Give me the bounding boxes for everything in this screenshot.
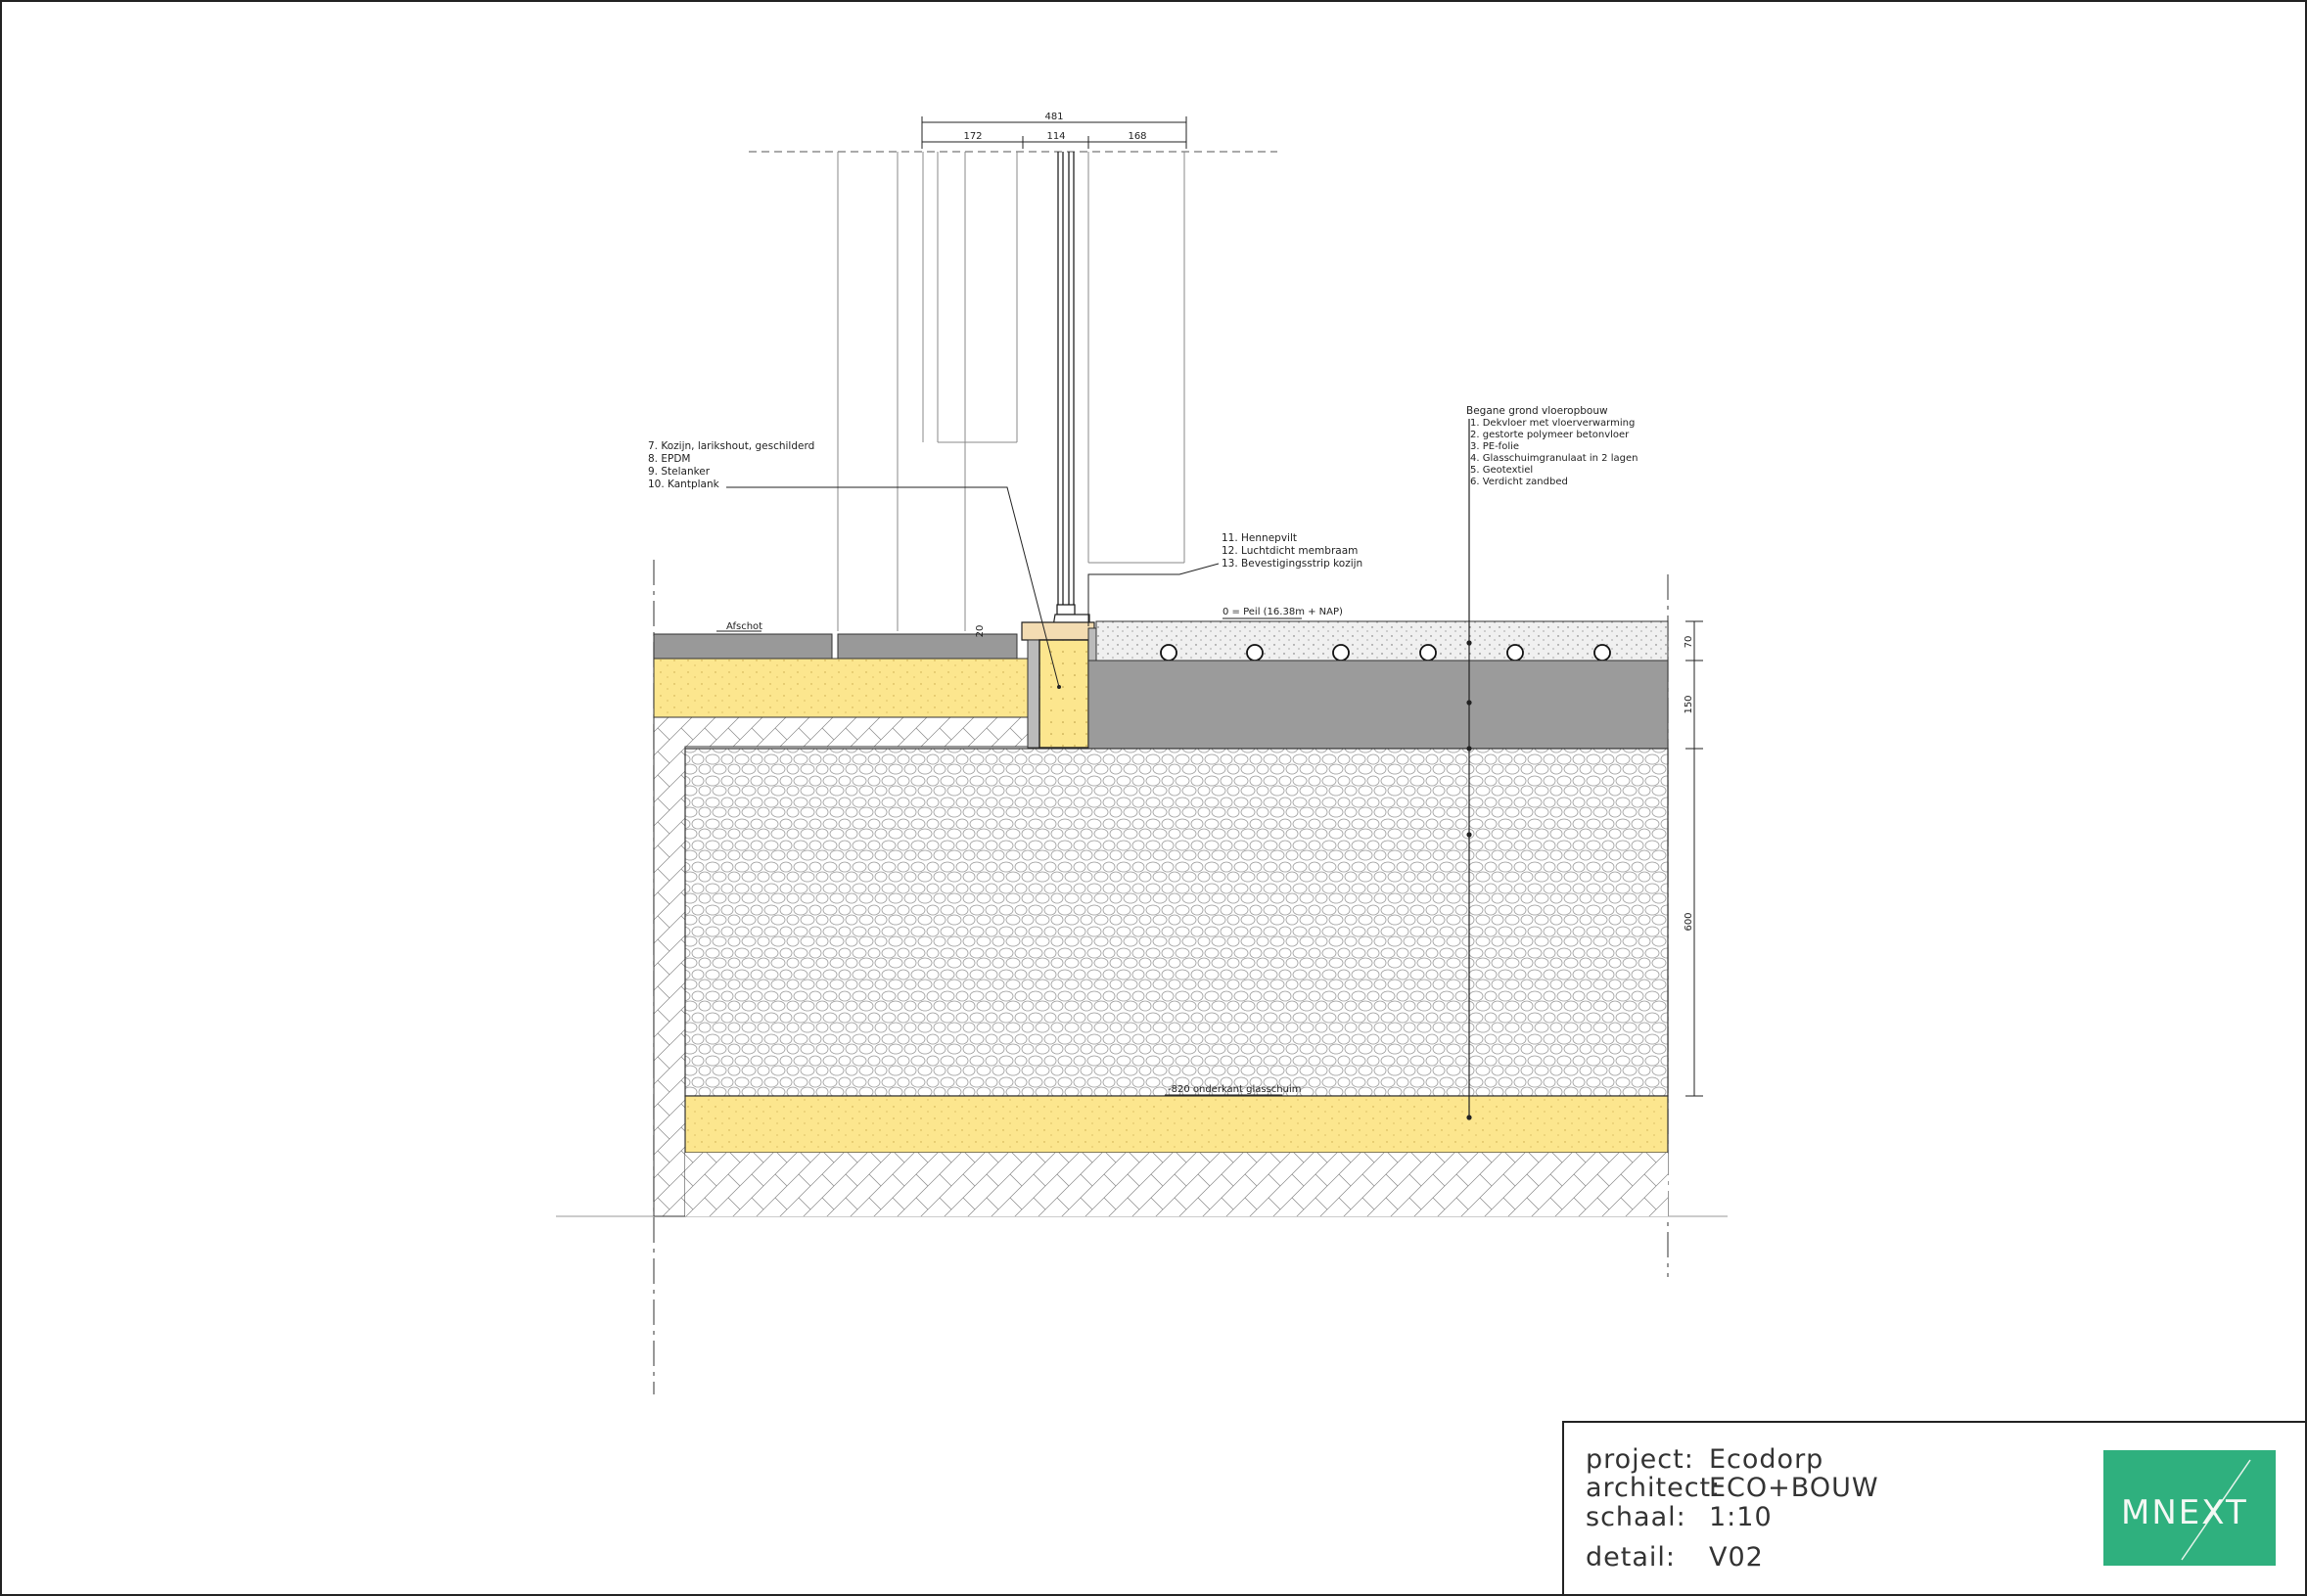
dim-right: 168 (1128, 131, 1146, 142)
architect-label: architect: (1586, 1473, 1722, 1503)
right-dimension-lines (1685, 620, 1703, 1097)
callout-mid-item-11: 11. Hennepvilt (1222, 532, 1297, 544)
buildup-item-4: 4. Glasschuimgranulaat in 2 lagen (1470, 453, 1638, 464)
callout-left-item-7: 7. Kozijn, larikshout, geschilderd (648, 440, 814, 452)
sand-bed-bottom (684, 1095, 1669, 1154)
scale-value: 1:10 (1709, 1502, 1773, 1532)
concrete-slab (1087, 660, 1669, 750)
bottom-label: -820 onderkant glasschuim (1168, 1084, 1302, 1095)
sand-bed-outside (653, 658, 1029, 718)
mnext-logo: MNEXT (2103, 1450, 2276, 1566)
title-row-detail: detail: V02 (1586, 1542, 1764, 1573)
window-sill (1021, 614, 1095, 641)
dim-left: 172 (963, 131, 982, 142)
slope-label: Afschot (726, 621, 762, 632)
beam-insulation (1038, 639, 1089, 749)
buildup-title: Begane grond vloeropbouw (1466, 405, 1608, 417)
glazing (1056, 152, 1076, 616)
level-label: 0 = Peil (16.38m + NAP) (1223, 607, 1343, 617)
logo-text: MNEXT (2121, 1493, 2248, 1532)
scale-label: schaal: (1586, 1502, 1686, 1532)
buildup-item-5: 5. Geotextiel (1470, 465, 1533, 476)
edge-board (1027, 639, 1040, 749)
project-label: project: (1586, 1444, 1694, 1475)
title-block: project: Ecodorp architect:ECO+BOUW schaa… (1562, 1421, 2306, 1595)
title-row-project: project: Ecodorp (1586, 1444, 1823, 1475)
title-row-scale: schaal: 1:10 (1586, 1502, 1773, 1532)
soil-hatch-bottom (685, 1153, 1668, 1216)
project-value: Ecodorp (1709, 1444, 1824, 1475)
title-row-architect: architect:ECO+BOUW (1586, 1473, 1879, 1503)
facade-lines (837, 152, 1185, 631)
callout-left-dot (1057, 685, 1061, 689)
dim-overall: 481 (1044, 112, 1063, 122)
paving-tiles (653, 633, 1018, 660)
buildup-item-6: 6. Verdicht zandbed (1470, 477, 1568, 487)
dim-right-70: 70 (1684, 636, 1694, 649)
glass-foam-layer (684, 748, 1669, 1097)
callout-left-item-8: 8. EPDM (648, 453, 690, 465)
buildup-item-1: 1. Dekvloer met vloerverwarming (1470, 418, 1635, 429)
architect-value: ECO+BOUW (1709, 1473, 1879, 1503)
callout-left-item-10: 10. Kantplank (648, 479, 720, 490)
small-dim-20: 20 (975, 625, 986, 638)
callout-mid-item-13: 13. Bevestigingsstrip kozijn (1222, 558, 1362, 570)
dim-right-600: 600 (1684, 912, 1694, 931)
callout-left-item-9: 9. Stelanker (648, 466, 711, 478)
callout-mid-item-12: 12. Luchtdicht membraam (1222, 545, 1358, 557)
buildup-item-3: 3. PE-folie (1470, 441, 1519, 452)
dim-middle: 114 (1046, 131, 1065, 142)
detail-drawing: 481 172 114 168 70 150 600 Afschot 20 0 … (0, 0, 2307, 1596)
callout-mid-leader (1087, 563, 1220, 626)
buildup-item-2: 2. gestorte polymeer betonvloer (1470, 430, 1630, 440)
detail-value: V02 (1709, 1542, 1764, 1573)
detail-label: detail: (1586, 1542, 1676, 1573)
screed-layer (1095, 620, 1669, 661)
dim-right-150: 150 (1684, 695, 1694, 713)
